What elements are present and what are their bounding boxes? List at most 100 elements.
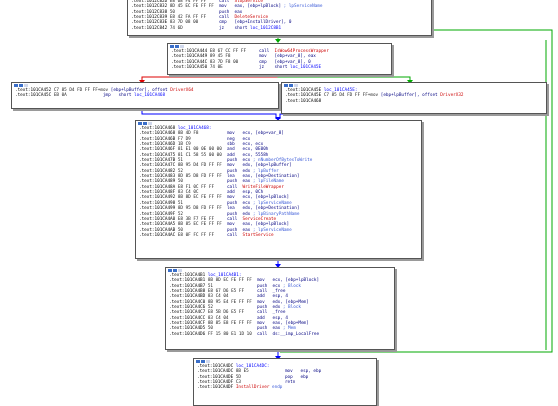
asm-address: .text:101CA45E [285, 93, 324, 99]
asm-mnemonic: call [256, 310, 273, 316]
node-block-process-wrapper[interactable]: .text:101CA444 E8 67 CC FF FF call IsWow… [167, 43, 392, 75]
node-color-icon[interactable] [175, 45, 179, 48]
asm-operands: _free [272, 310, 289, 316]
asm-operands: ecx [272, 283, 283, 289]
edge-wrapper-to-x64 [141, 74, 279, 82]
asm-operands: esp, 4 [272, 315, 291, 321]
asm-label-ref[interactable]: loc_1012C8B1 [250, 26, 284, 31]
asm-bytes: 8D 45 EC FE FF FF [169, 4, 219, 10]
asm-line[interactable]: .text:101CA45C EB 0A jmp short loc_101CA… [12, 93, 278, 98]
node-collapse-icon[interactable] [180, 45, 184, 48]
asm-line[interactable]: .text:101CA4DF InstallDriver endp [194, 385, 376, 390]
asm-bytes: 52 [177, 168, 227, 174]
asm-label-ref[interactable]: loc_101CA468 [134, 93, 168, 98]
graph-node-icon [170, 45, 174, 48]
asm-bytes: 83 C4 04 [207, 315, 257, 321]
asm-address: .text:1012C832 [131, 4, 170, 10]
node-color-icon[interactable] [201, 360, 205, 363]
asm-address: .text:101CA4BD [169, 294, 208, 300]
asm-operands: esp, 4 [272, 294, 291, 300]
asm-mnemonic: neg [226, 136, 243, 142]
node-block-free[interactable]: .text:101CA4B1 loc_101CA4B1: .text:101CA… [165, 267, 395, 350]
asm-mnemonic: push [226, 168, 243, 174]
asm-symbol[interactable]: DriverX64 [170, 88, 196, 93]
asm-address: .text:101CA450 [171, 65, 210, 71]
node-block-create-service[interactable]: .text:101CA468 loc_101CA468: .text:101CA… [135, 120, 422, 259]
asm-mnemonic: add [226, 152, 243, 158]
node-color-icon[interactable] [289, 84, 293, 87]
asm-bytes: 8B 95 D4 FD FF FF [177, 163, 227, 169]
asm-bytes: 89 45 F8 [209, 54, 259, 60]
asm-address: .text:101CA4A5 [139, 222, 178, 228]
node-color-icon[interactable] [173, 269, 177, 272]
asm-line[interactable]: .text:101CA4D6 FF 15 80 E1 1D 10 call ds… [166, 332, 394, 337]
asm-address: .text:101CA4DF [197, 385, 236, 391]
asm-label-ref[interactable]: loc_101CA45E [290, 65, 324, 70]
asm-operands: short [118, 93, 135, 99]
asm-bytes: 50 [177, 227, 227, 233]
asm-line[interactable]: .text:101CA468 [282, 99, 546, 104]
asm-comment: ; lpBuffer [252, 168, 282, 174]
asm-mnemonic: mov [226, 163, 243, 169]
asm-bytes: 8D 95 D8 FD FF FF [177, 206, 227, 212]
node-collapse-icon[interactable] [24, 84, 28, 87]
node-collapse-icon[interactable] [206, 360, 210, 363]
node-color-icon[interactable] [19, 84, 23, 87]
asm-line[interactable]: .text:1012C842 74 6D jz short loc_1012C8… [128, 26, 431, 31]
graph-node-icon [14, 84, 18, 87]
asm-mnemonic: call [256, 331, 273, 337]
asm-mnemonic: mov [256, 299, 273, 305]
asm-address: .text:101CA4DE [197, 374, 236, 380]
node-block-driver-x64[interactable]: .text:101CA452 C7 85 D4 FD FF FF+mov [eb… [11, 82, 279, 109]
asm-address: .text:101CA46B [139, 136, 178, 142]
asm-address: .text:101CA4AB [139, 227, 178, 233]
node-color-icon[interactable] [143, 122, 147, 125]
node-collapse-icon[interactable] [148, 122, 152, 125]
node-block-top[interactable]: .text:1012C82D E8 68 F4 FF FF call StopS… [127, 0, 432, 36]
asm-mnemonic: push [256, 283, 273, 289]
asm-address: .text:101CA449 [171, 54, 210, 60]
graph-node-icon [168, 269, 172, 272]
asm-symbol[interactable]: StartService [243, 233, 277, 238]
asm-mnemonic: mov [258, 54, 275, 60]
asm-symbol[interactable]: InstallDriver [236, 385, 272, 390]
asm-address: .text:101CA4C0 [169, 299, 208, 305]
asm-bytes: 50 [177, 179, 227, 185]
asm-mnemonic: mov [226, 131, 243, 137]
node-block-epilogue[interactable]: .text:101CA4DC loc_101CA4DC: .text:101CA… [193, 358, 377, 406]
asm-line[interactable]: .text:101CA4AC E8 0F FC FF FF call Start… [136, 233, 421, 238]
asm-bytes: 81 C1 58 55 00 00 [177, 152, 227, 158]
graph-node-icon [284, 84, 288, 87]
asm-address: .text:101CA499 [139, 206, 178, 212]
asm-address: .text:1012C842 [131, 25, 170, 31]
graph-view-canvas[interactable]: .text:1012C82D E8 68 F4 FF FF call StopS… [0, 0, 558, 406]
asm-operands: eax, [ebp+lpBlock] [242, 222, 292, 228]
asm-bytes: 8B E5 [235, 369, 285, 375]
asm-mnemonic: mov [256, 278, 273, 284]
asm-operands: edx, [ebp+lpBuffer] [242, 163, 295, 169]
asm-address: .text:1012C83E [131, 20, 170, 26]
asm-address: .text:101CA47C [139, 163, 178, 169]
asm-operands: eax, [ebp+lpBlock] [234, 4, 284, 10]
asm-comment: ; lpBinaryPathName [252, 211, 303, 217]
node-block-driver-x32[interactable]: .text:101CA45E loc_101CA45E: .text:101CA… [281, 82, 547, 114]
asm-symbol[interactable]: DriverX32 [440, 93, 466, 98]
asm-address: .text:101CA44C [171, 59, 210, 65]
asm-operands: ebp [300, 374, 311, 380]
asm-bytes: 50 [169, 9, 219, 15]
asm-address: .text:101CA46F [139, 147, 178, 153]
asm-mnemonic: add [256, 294, 273, 300]
asm-operands: ecx, [ebp+lpBlock] [272, 278, 322, 284]
node-collapse-icon[interactable] [178, 269, 182, 272]
asm-operands: edx [242, 168, 253, 174]
asm-operands: short [274, 65, 291, 71]
asm-address: .text:101CA4CC [169, 315, 208, 321]
asm-operands: short [234, 25, 251, 31]
asm-address: .text:101CA4C7 [169, 310, 208, 316]
asm-operands: edx, [ebp+Mem] [272, 299, 312, 305]
asm-mnemonic: cmp [258, 59, 275, 65]
asm-comment: ; Mem [282, 326, 299, 332]
asm-line[interactable]: .text:101CA450 74 0E jz short loc_101CA4… [168, 65, 391, 70]
asm-address: .text:101CA489 [139, 179, 178, 185]
node-collapse-icon[interactable] [294, 84, 298, 87]
